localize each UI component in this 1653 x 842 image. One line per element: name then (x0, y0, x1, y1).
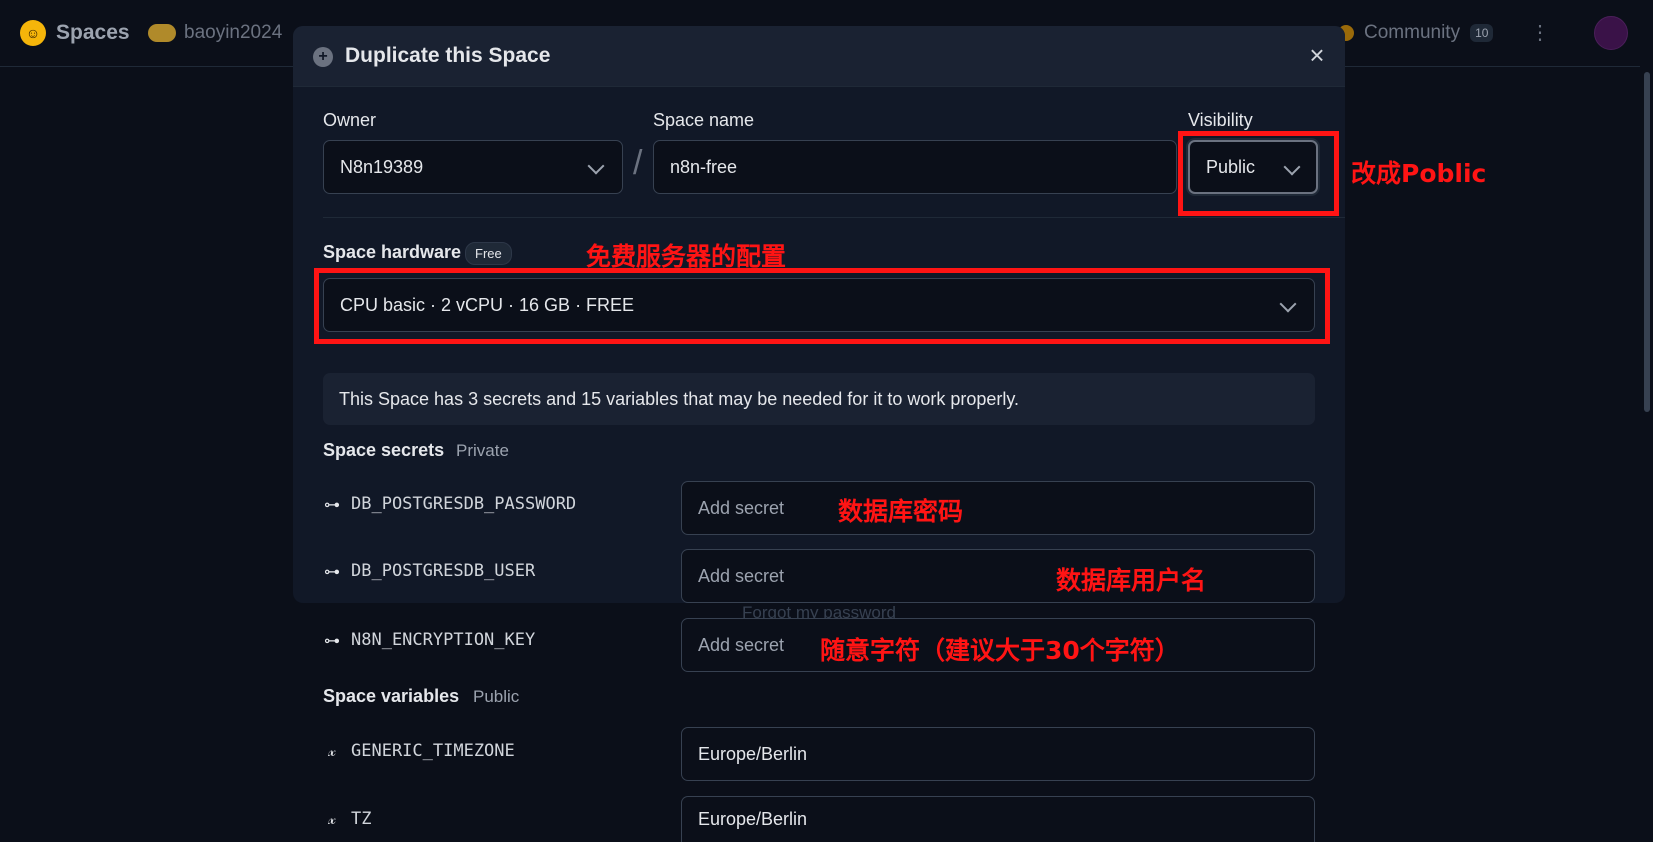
secret-input-db-user[interactable]: Add secret (681, 549, 1315, 603)
annotation-visibility: 改成Poblic (1351, 159, 1487, 188)
free-badge: Free (465, 242, 512, 265)
annotation-box-hardware (314, 268, 1330, 344)
variable-value: Europe/Berlin (698, 743, 808, 764)
variable-name: GENERIC_TIMEZONE (351, 741, 515, 761)
key-icon: ⊶ (324, 561, 340, 581)
owner-value: N8n19389 (340, 156, 424, 177)
more-options-icon[interactable]: ⋮ (1530, 20, 1550, 45)
variable-row-label: 𝓍 GENERIC_TIMEZONE (323, 741, 515, 761)
dialog-header: + Duplicate this Space × (293, 26, 1345, 87)
space-name-input[interactable]: n8n-free (653, 140, 1177, 194)
space-secrets-private-label: Private (456, 441, 509, 460)
variable-x-icon: 𝓍 (328, 809, 336, 828)
chevron-down-icon (587, 157, 605, 175)
key-icon: ⊶ (324, 494, 340, 514)
close-icon[interactable]: × (1303, 41, 1331, 69)
annotation-key: 随意字符（建议大于30个字符） (820, 636, 1180, 665)
divider (323, 217, 1345, 218)
secret-row-label: ⊶ N8N_ENCRYPTION_KEY (323, 630, 535, 650)
owner-name-separator: / (633, 144, 643, 182)
user-avatar-icon (148, 24, 176, 42)
space-hardware-label: Space hardware (323, 242, 462, 262)
account-avatar[interactable] (1594, 16, 1628, 50)
owner-label: Owner (323, 110, 377, 130)
annotation-password: 数据库密码 (838, 497, 964, 526)
annotation-user: 数据库用户名 (1056, 566, 1207, 595)
variable-x-icon: 𝓍 (328, 741, 336, 760)
secret-placeholder: Add secret (698, 634, 785, 655)
duplicate-icon: + (313, 47, 333, 67)
secret-name: DB_POSTGRESDB_USER (351, 561, 536, 581)
secret-name: N8N_ENCRYPTION_KEY (351, 630, 536, 650)
community-count-badge: 10 (1470, 24, 1494, 42)
space-secrets-label: Space secrets (323, 440, 445, 460)
secret-row-label: ⊶ DB_POSTGRESDB_PASSWORD (323, 494, 576, 514)
annotation-box-visibility (1178, 131, 1339, 216)
space-name-value: n8n-free (670, 156, 738, 177)
secret-input-db-password[interactable]: Add secret (681, 481, 1315, 535)
annotation-hardware: 免费服务器的配置 (586, 242, 787, 271)
secret-row-label: ⊶ DB_POSTGRESDB_USER (323, 561, 535, 581)
user-name: baoyin2024 (184, 22, 283, 43)
community-link[interactable]: Community 10 (1338, 22, 1494, 44)
space-name-label: Space name (653, 110, 755, 130)
community-label: Community (1364, 22, 1461, 43)
secrets-info-text: This Space has 3 secrets and 15 variable… (339, 388, 1020, 409)
secret-name: DB_POSTGRESDB_PASSWORD (351, 494, 577, 514)
space-variables-label: Space variables (323, 686, 460, 706)
visibility-label: Visibility (1188, 110, 1253, 130)
secret-placeholder: Add secret (698, 497, 785, 518)
brand[interactable]: ☺ Spaces (20, 20, 130, 46)
brand-label: Spaces (56, 21, 130, 44)
secret-placeholder: Add secret (698, 565, 785, 586)
dialog-title: Duplicate this Space (345, 44, 551, 67)
user-breadcrumb[interactable]: baoyin2024 (148, 22, 282, 44)
variable-row-label: 𝓍 TZ (323, 809, 371, 829)
variable-name: TZ (351, 809, 372, 829)
owner-select[interactable]: N8n19389 (323, 140, 623, 194)
space-variables-public-label: Public (473, 687, 520, 706)
variable-input-tz[interactable]: Europe/Berlin (681, 796, 1315, 842)
key-icon: ⊶ (324, 630, 340, 650)
variable-value: Europe/Berlin (698, 809, 808, 829)
hugging-face-logo-icon: ☺ (20, 20, 46, 46)
secrets-info-banner: This Space has 3 secrets and 15 variable… (323, 373, 1315, 425)
scrollbar-thumb[interactable] (1644, 72, 1650, 412)
variable-input-generic-timezone[interactable]: Europe/Berlin (681, 727, 1315, 781)
